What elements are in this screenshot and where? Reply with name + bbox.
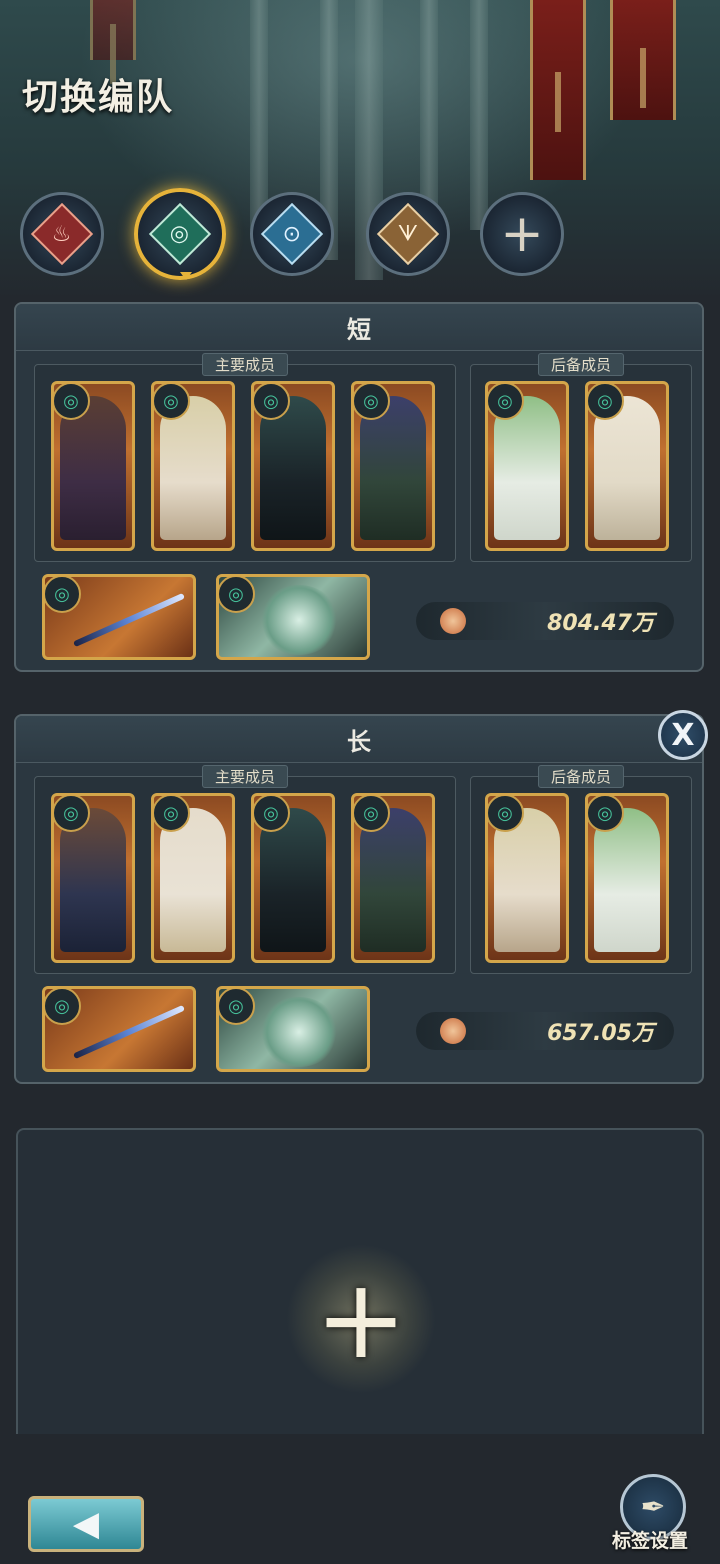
wind-element-icon: ◎ (588, 796, 624, 832)
sword-icon (72, 1004, 186, 1060)
character-card[interactable]: ◎ (51, 793, 135, 963)
team-power-value: 804.47万 (547, 611, 654, 636)
wind-element-icon: ◎ (588, 384, 624, 420)
character-card[interactable]: ◎ (351, 793, 435, 963)
wind-element-icon: ◎ (488, 384, 524, 420)
character-card[interactable]: ◎ (585, 381, 669, 551)
character-card[interactable]: ◎ (485, 381, 569, 551)
companion-portrait (259, 585, 339, 655)
wind-element-icon: ◎ (254, 796, 290, 832)
close-icon: X (671, 717, 695, 753)
main-members-group: 主要成员 ◎ ◎ ◎ ◎ (34, 353, 456, 562)
tab-wind[interactable]: ◎ (134, 188, 226, 280)
character-card[interactable]: ◎ (251, 793, 335, 963)
weapon-slot[interactable]: ◎ (42, 574, 196, 660)
back-arrow-icon: ◀ (72, 1504, 100, 1544)
active-tab-indicator (180, 272, 192, 280)
tab-add[interactable]: + (480, 192, 564, 276)
character-card[interactable]: ◎ (251, 381, 335, 551)
power-icon (440, 1018, 466, 1044)
reserve-members-group: 后备成员 ◎ ◎ (470, 765, 692, 974)
team-name: 短 (16, 304, 702, 351)
main-members-group: 主要成员 ◎ ◎ ◎ ◎ (34, 765, 456, 974)
tab-fire[interactable]: ♨ (20, 192, 104, 276)
sword-icon (72, 592, 186, 648)
companion-slot[interactable]: ◎ (216, 986, 370, 1072)
earth-element-icon: ᗐ (376, 202, 440, 266)
wind-element-icon: ◎ (488, 796, 524, 832)
plus-icon: + (314, 1255, 408, 1383)
character-card[interactable]: ◎ (351, 381, 435, 551)
wind-element-icon: ◎ (54, 796, 90, 832)
companion-portrait (259, 997, 339, 1067)
team-panel-2[interactable]: 长 主要成员 ◎ ◎ ◎ ◎ 后备成员 ◎ ◎ ◎ ◎ 657.05万 (14, 714, 704, 1084)
tag-settings-label: 标签设置 (612, 1530, 689, 1552)
plus-icon: + (500, 204, 544, 264)
power-icon (440, 608, 466, 634)
main-members-label: 主要成员 (201, 353, 289, 376)
wind-element-icon: ◎ (148, 202, 212, 266)
reserve-members-group: 后备成员 ◎ ◎ (470, 353, 692, 562)
quill-icon: ✒ (640, 1489, 666, 1525)
back-button[interactable]: ◀ (28, 1496, 144, 1552)
character-card[interactable]: ◎ (51, 381, 135, 551)
team-power: 657.05万 (416, 1012, 674, 1050)
wind-element-icon: ◎ (219, 577, 255, 613)
wind-element-icon: ◎ (45, 989, 81, 1025)
companion-slot[interactable]: ◎ (216, 574, 370, 660)
fire-element-icon: ♨ (30, 202, 94, 266)
reserve-members-label: 后备成员 (537, 765, 625, 788)
weapon-slot[interactable]: ◎ (42, 986, 196, 1072)
reserve-members-label: 后备成员 (537, 353, 625, 376)
wind-element-icon: ◎ (154, 796, 190, 832)
page-title: 切换编队 (22, 77, 175, 118)
tab-earth[interactable]: ᗐ (366, 192, 450, 276)
element-tabs: ♨ ◎ ⊙ ᗐ + (20, 188, 580, 282)
team-panel-1[interactable]: 短 主要成员 ◎ ◎ ◎ ◎ 后备成员 ◎ ◎ ◎ ◎ 804.47万 (14, 302, 704, 672)
delete-team-button[interactable]: X (658, 710, 708, 760)
wind-element-icon: ◎ (154, 384, 190, 420)
wind-element-icon: ◎ (45, 577, 81, 613)
tab-water[interactable]: ⊙ (250, 192, 334, 276)
character-card[interactable]: ◎ (485, 793, 569, 963)
wind-element-icon: ◎ (254, 384, 290, 420)
team-power-value: 657.05万 (547, 1021, 654, 1046)
character-card[interactable]: ◎ (151, 793, 235, 963)
character-card[interactable]: ◎ (151, 381, 235, 551)
wind-element-icon: ◎ (354, 796, 390, 832)
wind-element-icon: ◎ (219, 989, 255, 1025)
water-element-icon: ⊙ (260, 202, 324, 266)
main-members-label: 主要成员 (201, 765, 289, 788)
character-card[interactable]: ◎ (585, 793, 669, 963)
team-power: 804.47万 (416, 602, 674, 640)
add-team-button[interactable]: + (286, 1244, 436, 1394)
wind-element-icon: ◎ (54, 384, 90, 420)
team-name: 长 (16, 716, 702, 763)
wind-element-icon: ◎ (354, 384, 390, 420)
